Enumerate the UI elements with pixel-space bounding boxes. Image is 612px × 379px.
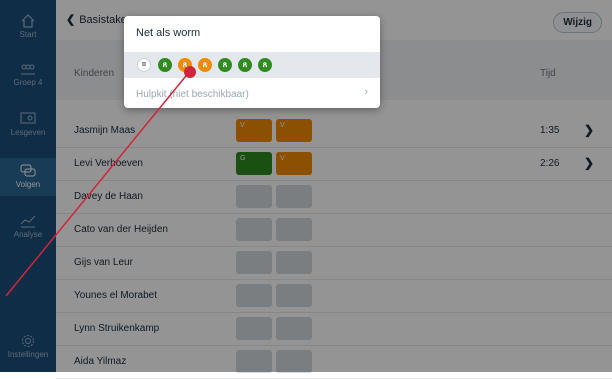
pointer-annotation — [5, 66, 196, 297]
pointer-dot — [184, 66, 196, 78]
pointer-line — [5, 70, 191, 297]
